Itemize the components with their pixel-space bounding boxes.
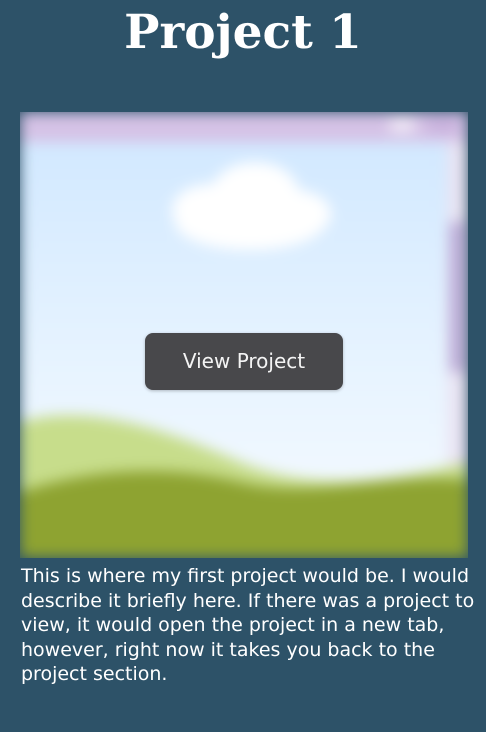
project-description: This is where my first project would be.… <box>21 565 475 685</box>
view-project-button[interactable]: View Project <box>145 333 343 390</box>
project-title: Project 1 <box>124 5 362 60</box>
